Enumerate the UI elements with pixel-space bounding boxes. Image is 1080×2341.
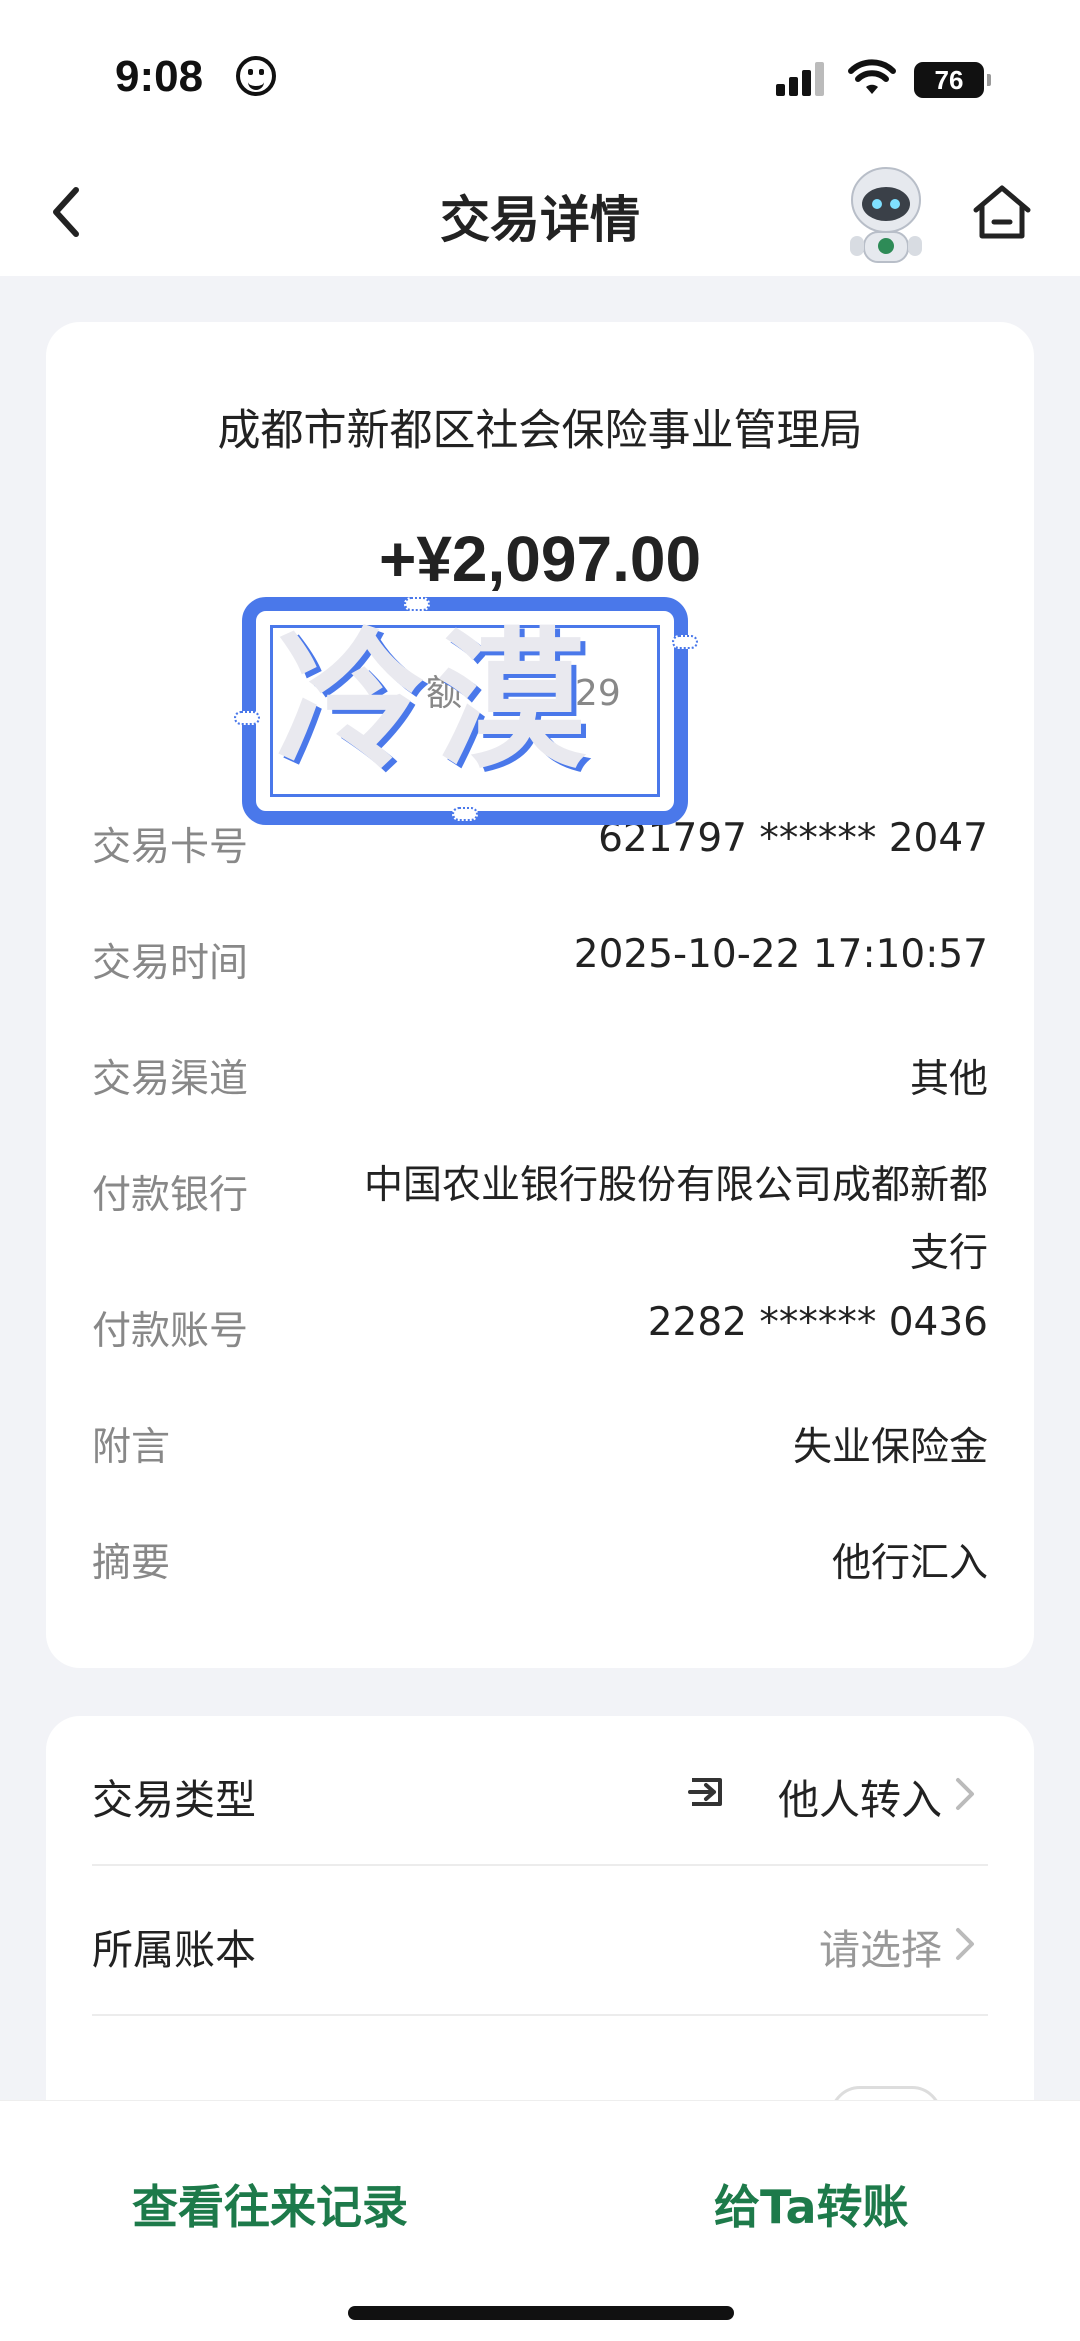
detail-label: 附言: [92, 1425, 171, 1470]
detail-value: 2025-10-22 17:10:57: [573, 932, 988, 977]
detail-label: 交易时间: [92, 941, 249, 986]
home-indicator: [348, 2306, 734, 2320]
detail-label: 付款银行: [92, 1173, 249, 1218]
home-icon[interactable]: [970, 182, 1034, 242]
transaction-detail-card: 成都市新都区社会保险事业管理局 +¥2,097.00 额 29 交易卡号 621…: [46, 322, 1034, 1668]
status-time: 9:08: [115, 52, 204, 101]
transaction-type-label: 交易类型: [92, 1776, 256, 1824]
transfer-to-them-button[interactable]: 给Ta转账: [714, 2171, 909, 2237]
detail-value: 中国农业银行股份有限公司成都新都支行: [363, 1163, 988, 1276]
detail-value: 他行汇入: [831, 1541, 988, 1586]
detail-label: 摘要: [92, 1541, 171, 1586]
account-book-select[interactable]: 请选择: [819, 1916, 942, 1976]
bottom-action-bar: 查看往来记录 给Ta转账: [0, 2100, 1080, 2341]
detail-label: 付款账号: [92, 1309, 249, 1354]
merchant-name: 成都市新都区社会保险事业管理局: [217, 406, 863, 456]
detail-value: 2282 ****** 0436: [647, 1300, 988, 1345]
account-book-label: 所属账本: [92, 1926, 256, 1974]
stamp-text: 冷漠: [276, 615, 597, 789]
detail-value: 失业保险金: [792, 1425, 988, 1470]
detail-label: 交易渠道: [92, 1057, 249, 1102]
battery-indicator: 76: [914, 62, 991, 98]
account-book-row[interactable]: 所属账本 请选择: [92, 1866, 988, 2016]
status-bar: 9:08 76: [0, 0, 1080, 150]
transaction-amount: +¥2,097.00: [378, 523, 702, 595]
transaction-type-row[interactable]: 交易类型 他人转入: [92, 1716, 988, 1866]
cellular-signal-icon: [776, 62, 826, 96]
watermark-stamp: 冷漠: [234, 597, 698, 825]
stamp-snowflake-icon: [452, 807, 478, 821]
nav-bar: 交易详情: [0, 150, 1080, 276]
transfer-in-icon: [688, 1778, 722, 1806]
view-history-button[interactable]: 查看往来记录: [132, 2171, 408, 2237]
detail-value: 其他: [909, 1057, 988, 1102]
stamp-snowflake-icon: [234, 711, 260, 725]
stamp-snowflake-icon: [672, 635, 698, 649]
transaction-type-value: 他人转入: [778, 1776, 942, 1824]
chevron-right-icon: [956, 1928, 974, 1960]
smiley-icon: [236, 56, 276, 96]
robot-mascot-icon[interactable]: [836, 160, 936, 268]
chevron-right-icon: [956, 1778, 974, 1810]
wifi-icon: [848, 59, 896, 94]
detail-label: 交易卡号: [92, 825, 249, 870]
stamp-snowflake-icon: [404, 597, 430, 611]
